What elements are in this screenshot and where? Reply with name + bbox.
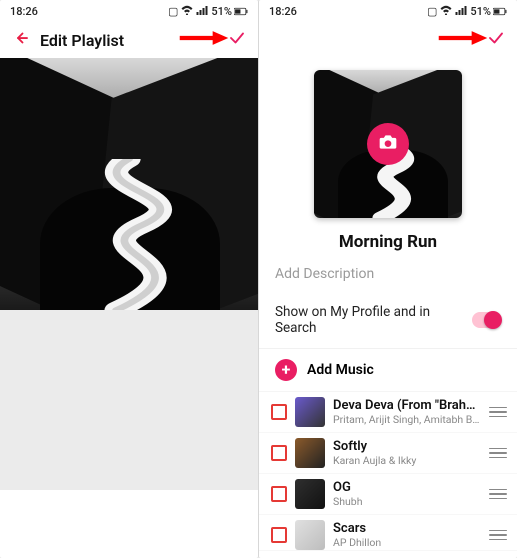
picture-icon: ▢ (168, 5, 178, 18)
song-checkbox[interactable] (271, 527, 287, 543)
toggle-label: Show on My Profile and in Search (275, 304, 472, 336)
wifi-icon (440, 5, 452, 18)
cover-fade-overlay (0, 310, 258, 490)
back-arrow-icon[interactable] (12, 29, 30, 51)
song-list: Deva Deva (From "Brah… Pritam, Arijit Si… (259, 392, 517, 551)
song-checkbox[interactable] (271, 486, 287, 502)
song-artwork (295, 520, 325, 550)
playlist-cover-image[interactable] (0, 58, 258, 310)
song-checkbox[interactable] (271, 404, 287, 420)
camera-icon (378, 132, 398, 156)
signal-icon (455, 5, 467, 18)
show-on-profile-toggle[interactable] (472, 312, 501, 328)
confirm-check-icon[interactable] (487, 29, 505, 51)
drag-handle-icon[interactable] (489, 526, 507, 544)
annotation-arrow-icon (178, 29, 230, 51)
change-photo-button[interactable] (367, 123, 409, 165)
song-artist: Pritam, Arijit Singh, Amitabh Bha… (333, 413, 481, 426)
screen-right-playlist-details: 18:26 ▢ 51% (259, 0, 517, 558)
status-time: 18:26 (10, 5, 38, 18)
song-artist: AP Dhillon (333, 536, 481, 549)
song-title: Softly (333, 439, 481, 454)
song-row[interactable]: Softly Karan Aujla & Ikky (259, 433, 517, 474)
song-checkbox[interactable] (271, 445, 287, 461)
add-music-button[interactable]: + Add Music (259, 349, 517, 392)
song-title: Deva Deva (From "Brah… (333, 398, 481, 413)
song-artwork (295, 438, 325, 468)
song-title: OG (333, 480, 481, 495)
screen-left-edit-playlist: 18:26 ▢ 51% Edit Playlist (0, 0, 258, 558)
wifi-icon (181, 5, 193, 18)
song-artist: Karan Aujla & Ikky (333, 454, 481, 467)
status-time: 18:26 (269, 5, 297, 18)
plus-icon: + (275, 359, 297, 381)
annotation-arrow-icon (437, 29, 489, 51)
signal-icon (196, 5, 208, 18)
song-row[interactable]: Deva Deva (From "Brah… Pritam, Arijit Si… (259, 392, 517, 433)
confirm-check-icon[interactable] (228, 29, 246, 51)
song-artwork (295, 479, 325, 509)
header (259, 22, 517, 58)
battery-indicator: 51% (470, 5, 507, 18)
playlist-cover-thumbnail[interactable] (314, 70, 462, 218)
drag-handle-icon[interactable] (489, 444, 507, 462)
song-artist: Shubh (333, 495, 481, 508)
description-input[interactable]: Add Description (259, 252, 517, 292)
playlist-title-input[interactable]: Morning Run (259, 232, 517, 252)
add-music-label: Add Music (307, 362, 374, 378)
header: Edit Playlist (0, 22, 258, 58)
song-row[interactable]: Scars AP Dhillon (259, 515, 517, 551)
song-artwork (295, 397, 325, 427)
picture-icon: ▢ (427, 5, 437, 18)
song-title: Scars (333, 521, 481, 536)
drag-handle-icon[interactable] (489, 485, 507, 503)
drag-handle-icon[interactable] (489, 403, 507, 421)
status-bar: 18:26 ▢ 51% (259, 0, 517, 22)
battery-indicator: 51% (211, 5, 248, 18)
song-row[interactable]: OG Shubh (259, 474, 517, 515)
header-title: Edit Playlist (40, 31, 124, 50)
status-bar: 18:26 ▢ 51% (0, 0, 258, 22)
